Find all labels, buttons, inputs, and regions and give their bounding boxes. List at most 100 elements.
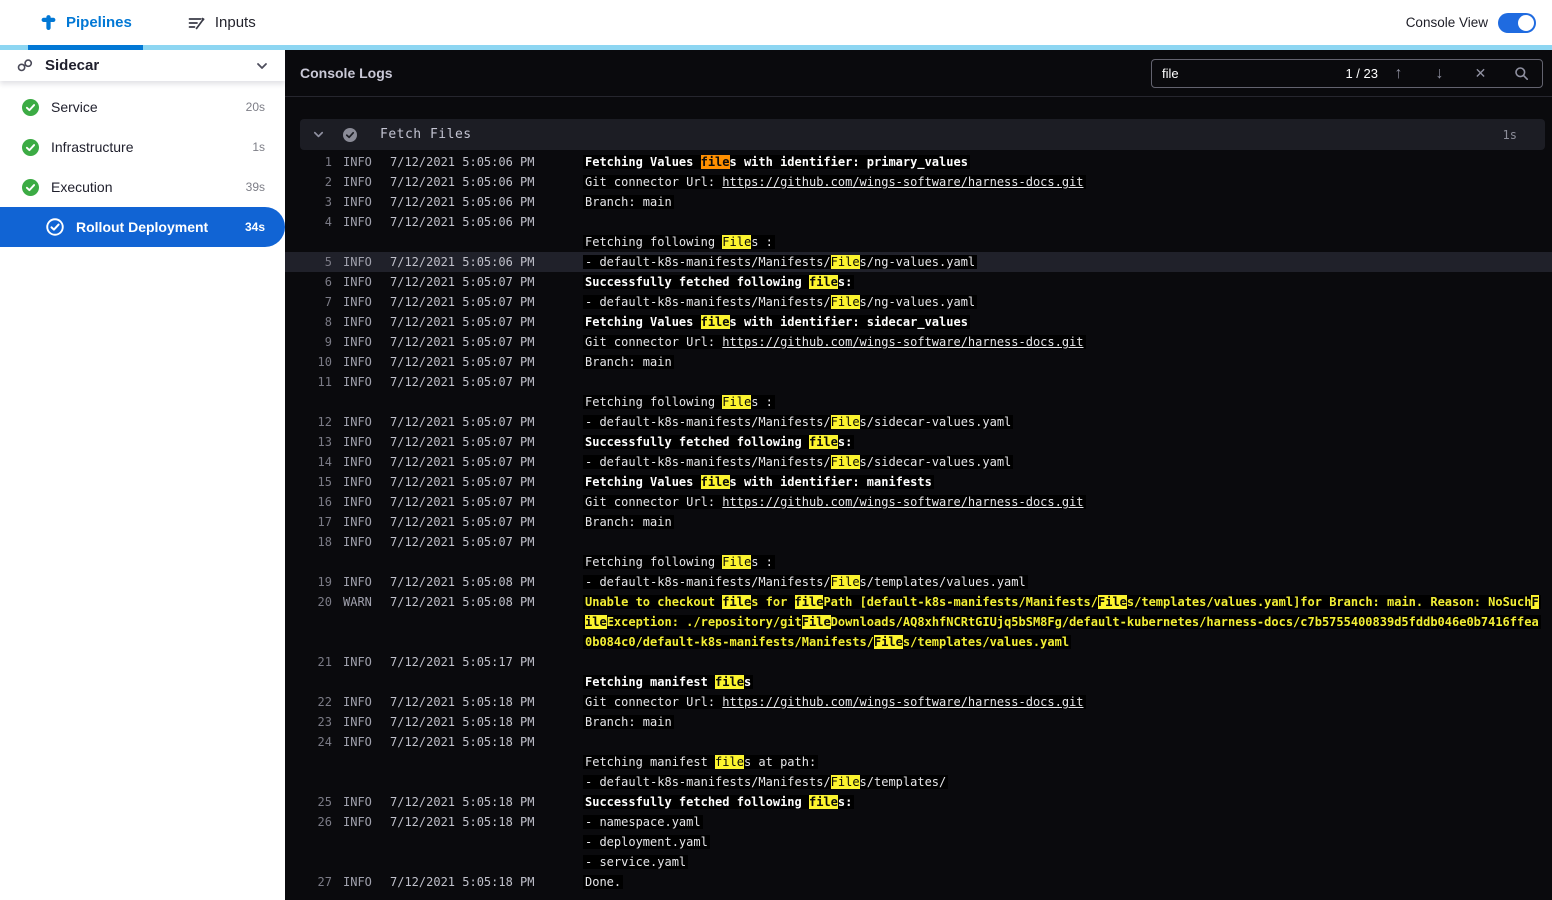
log-text: Branch: main <box>585 355 672 369</box>
search-match-highlight: file <box>715 675 744 689</box>
log-message: Successfully fetched following files: <box>583 272 1552 292</box>
stage-header[interactable]: Sidecar <box>0 50 285 81</box>
log-line: - service.yaml <box>583 852 1552 872</box>
log-row: 18 INFO 7/12/2021 5:05:07 PM Fetching foll… <box>285 532 1552 572</box>
sidebar-item-rollout-deployment[interactable]: Rollout Deployment 34s <box>0 207 285 247</box>
log-level: INFO <box>343 195 372 209</box>
tab-pipelines[interactable]: Pipelines <box>40 14 132 31</box>
log-level: INFO <box>343 795 372 809</box>
search-match-highlight: File <box>722 555 752 569</box>
line-number: 13 <box>317 435 332 449</box>
log-timestamp: 7/12/2021 5:05:07 PM <box>390 415 535 429</box>
log-row: 9 INFO 7/12/2021 5:05:07 PM Git connector U… <box>285 332 1552 352</box>
chevron-down-icon[interactable] <box>255 59 269 73</box>
log-level: INFO <box>343 375 372 389</box>
search-prev-button[interactable]: ↑ <box>1378 60 1419 87</box>
log-message: Fetching Values files with identifier: s… <box>583 312 1552 332</box>
log-timestamp: 7/12/2021 5:05:06 PM <box>390 175 535 189</box>
sidebar-item-service[interactable]: Service 20s <box>0 87 285 127</box>
section-chevron-down-icon[interactable] <box>312 128 325 141</box>
log-text: Successfully fetched following <box>585 275 809 289</box>
log-line: - namespace.yaml <box>583 812 1552 832</box>
log-link[interactable]: https://github.com/wings-software/harnes… <box>722 335 1083 349</box>
log-timestamp: 7/12/2021 5:05:07 PM <box>390 475 535 489</box>
log-level: INFO <box>343 515 372 529</box>
log-text-chip: - default-k8s-manifests/Manifests/Files/… <box>583 455 1014 469</box>
sidebar-item-infrastructure[interactable]: Infrastructure 1s <box>0 127 285 167</box>
log-row: 15 INFO 7/12/2021 5:05:07 PM Fetching Value… <box>285 472 1552 492</box>
log-message: Fetching manifest files at path: - defaul… <box>583 732 1552 792</box>
log-text-chip: - default-k8s-manifests/Manifests/Files/… <box>583 415 1014 429</box>
log-message: Fetching Values files with identifier: p… <box>583 152 1552 172</box>
section-duration: 1s <box>1502 127 1517 142</box>
log-row: 26 INFO 7/12/2021 5:05:18 PM - namespace.ya… <box>285 812 1552 872</box>
log-link[interactable]: https://github.com/wings-software/harnes… <box>722 695 1083 709</box>
log-link[interactable]: https://github.com/wings-software/harnes… <box>722 175 1083 189</box>
log-text-chip: Git connector Url: https://github.com/wi… <box>583 495 1086 509</box>
stage-steps: Service 20s Infrastructure 1s Execution 39s Ro… <box>0 81 285 247</box>
log-text-chip: Successfully fetched following files: <box>583 795 855 809</box>
tab-inputs[interactable]: Inputs <box>188 14 256 31</box>
log-text: s at path: <box>743 755 817 769</box>
log-level: WARN <box>343 595 372 609</box>
log-line: - default-k8s-manifests/Manifests/Files/… <box>583 292 1552 312</box>
log-text: s/templates/values.yaml]for Branch: main… <box>1126 595 1532 609</box>
log-timestamp: 7/12/2021 5:05:18 PM <box>390 795 535 809</box>
search-match-highlight: file <box>700 475 730 489</box>
log-timestamp: 7/12/2021 5:05:18 PM <box>390 875 535 889</box>
console-view-toggle[interactable] <box>1498 12 1536 33</box>
log-level: INFO <box>343 215 372 229</box>
log-text: Git connector Url: <box>585 695 723 709</box>
log-line: Git connector Url: https://github.com/wi… <box>583 332 1552 352</box>
log-link[interactable]: https://github.com/wings-software/harnes… <box>722 495 1083 509</box>
log-level: INFO <box>343 875 372 889</box>
log-row: 2 INFO 7/12/2021 5:05:06 PM Git connector U… <box>285 172 1552 192</box>
search-next-button[interactable]: ↓ <box>1419 60 1460 87</box>
search-match-highlight: ile <box>585 615 607 629</box>
log-text: - service.yaml <box>585 855 687 869</box>
search-input[interactable] <box>1152 66 1346 81</box>
log-section-header[interactable]: Fetch Files 1s <box>300 119 1545 150</box>
log-level: INFO <box>343 415 372 429</box>
check-circle-icon <box>22 98 39 116</box>
log-line: - deployment.yaml <box>583 832 1552 852</box>
log-text: Fetching manifest <box>585 755 716 769</box>
search-submit-button[interactable] <box>1501 60 1542 87</box>
sidebar-item-execution[interactable]: Execution 39s <box>0 167 285 207</box>
log-timestamp: 7/12/2021 5:05:18 PM <box>390 695 535 709</box>
log-line: - default-k8s-manifests/Manifests/Files/… <box>583 772 1552 792</box>
log-text: s <box>743 675 752 689</box>
log-message: Fetching following Files : <box>583 372 1552 412</box>
log-text: - default-k8s-manifests/Manifests/ <box>585 575 831 589</box>
log-text: Fetching following <box>585 555 723 569</box>
log-text: s/templates/ <box>859 775 947 789</box>
log-message: Branch: main <box>583 512 1552 532</box>
search-match-highlight: File <box>1098 595 1127 609</box>
log-line: ileException: ./repository/gitFileDownlo… <box>583 612 1552 632</box>
log-text: s for <box>751 595 795 609</box>
line-number: 16 <box>317 495 332 509</box>
search-clear-button[interactable]: ✕ <box>1460 60 1501 87</box>
log-row: 8 INFO 7/12/2021 5:05:07 PM Fetching Values… <box>285 312 1552 332</box>
log-level: INFO <box>343 695 372 709</box>
log-text: Branch: main <box>585 195 672 209</box>
log-message: Git connector Url: https://github.com/wi… <box>583 172 1552 192</box>
log-text: Git connector Url: <box>585 495 723 509</box>
log-line: Branch: main <box>583 352 1552 372</box>
log-line: 0b084c0/default-k8s-manifests/Manifests/… <box>583 632 1552 652</box>
log-line: - default-k8s-manifests/Manifests/Files/… <box>583 412 1552 432</box>
search-match-highlight: File <box>830 575 860 589</box>
log-text: Fetching following <box>585 235 723 249</box>
log-text: Fetching following <box>585 395 723 409</box>
log-timestamp: 7/12/2021 5:05:07 PM <box>390 315 535 329</box>
section-title: Fetch Files <box>380 127 472 142</box>
accent-bar <box>0 45 1552 50</box>
step-label: Infrastructure <box>51 139 134 155</box>
log-level: INFO <box>343 155 372 169</box>
log-level: INFO <box>343 535 372 549</box>
log-line: Fetching following Files : <box>583 552 1552 572</box>
log-line: Fetching following Files : <box>583 232 1552 252</box>
close-icon: ✕ <box>1474 65 1487 81</box>
